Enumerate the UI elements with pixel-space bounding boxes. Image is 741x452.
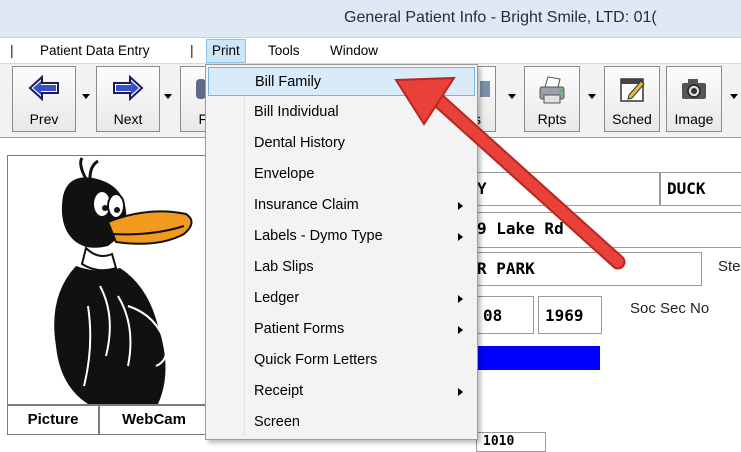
annotation-arrow-icon: [394, 76, 626, 270]
